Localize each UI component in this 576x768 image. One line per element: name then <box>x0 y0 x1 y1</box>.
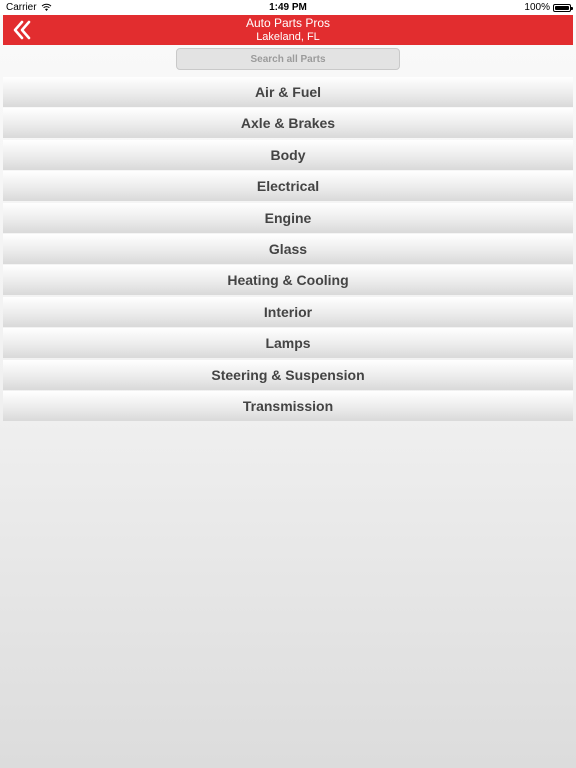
app-header: Auto Parts Pros Lakeland, FL <box>3 15 573 45</box>
battery-fill <box>555 5 569 10</box>
status-time: 1:49 PM <box>269 2 307 13</box>
category-item-glass[interactable]: Glass <box>3 233 573 264</box>
battery-percent: 100% <box>524 2 550 13</box>
category-list: Air & Fuel Axle & Brakes Body Electrical… <box>3 77 573 422</box>
category-item-air-fuel[interactable]: Air & Fuel <box>3 77 573 107</box>
header-title: Auto Parts Pros <box>245 16 331 30</box>
status-right: 100% <box>524 2 573 13</box>
category-item-lamps[interactable]: Lamps <box>3 328 573 359</box>
category-item-heating-cooling[interactable]: Heating & Cooling <box>3 265 573 296</box>
category-item-electrical[interactable]: Electrical <box>3 171 573 202</box>
category-item-interior[interactable]: Interior <box>3 296 573 327</box>
header-subtitle: Lakeland, FL <box>256 31 320 43</box>
search-input[interactable] <box>176 48 400 70</box>
category-item-axle-brakes[interactable]: Axle & Brakes <box>3 108 573 139</box>
category-item-body[interactable]: Body <box>3 139 573 170</box>
category-item-steering-suspension[interactable]: Steering & Suspension <box>3 359 573 390</box>
battery-icon <box>553 3 573 12</box>
status-bar: Carrier 1:49 PM 100% <box>0 0 576 15</box>
category-item-transmission[interactable]: Transmission <box>3 390 573 421</box>
category-item-engine[interactable]: Engine <box>3 202 573 233</box>
